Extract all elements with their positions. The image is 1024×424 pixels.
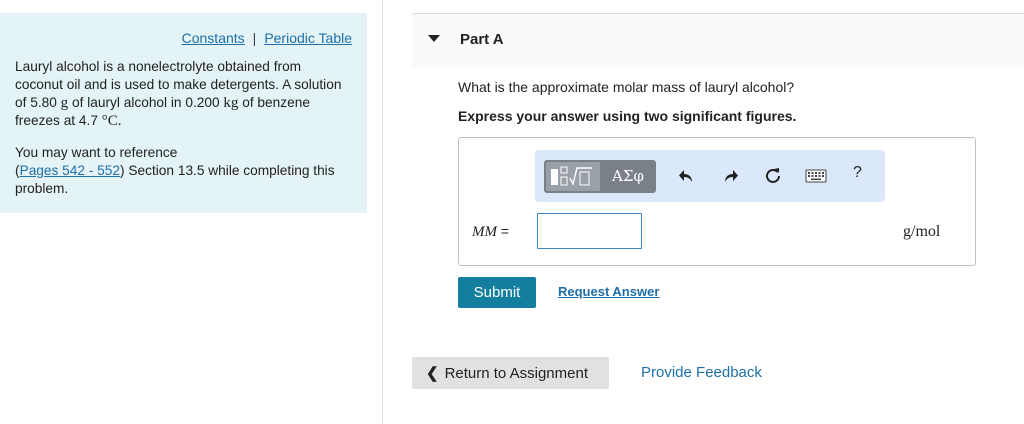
- greek-letters-icon[interactable]: ΑΣφ: [602, 162, 654, 191]
- equals-sign: =: [497, 223, 510, 239]
- info-panel: Constants | Periodic Table Lauryl alcohol …: [0, 13, 367, 213]
- resource-links: Constants | Periodic Table: [182, 30, 352, 46]
- help-icon[interactable]: ?: [853, 164, 862, 182]
- reset-icon[interactable]: [762, 165, 784, 187]
- unit-celsius: °C.: [101, 113, 122, 129]
- instruction-text: Express your answer using two significan…: [458, 108, 797, 124]
- return-label: Return to Assignment: [444, 365, 588, 382]
- pages-link[interactable]: Pages 542 - 552: [20, 163, 120, 178]
- constants-link[interactable]: Constants: [182, 30, 245, 46]
- reference-prefix: You may want to reference: [15, 145, 178, 160]
- reference-text: You may want to reference (Pages 542 - 55…: [15, 144, 345, 198]
- panel-divider: [382, 0, 383, 424]
- answer-box: ΑΣφ ? MM = g/mol: [458, 137, 976, 266]
- math-toolbar: ΑΣφ ?: [535, 150, 885, 202]
- templates-icon[interactable]: [546, 162, 600, 191]
- periodic-table-link[interactable]: Periodic Table: [264, 30, 352, 46]
- unit-label: g/mol: [903, 223, 941, 240]
- toolbar-button-group: ΑΣφ: [544, 160, 656, 193]
- problem-text: Lauryl alcohol is a nonelectrolyte obtai…: [15, 58, 345, 212]
- redo-icon[interactable]: [720, 165, 742, 187]
- keyboard-icon[interactable]: [805, 165, 827, 187]
- part-header[interactable]: Part A: [412, 13, 1024, 67]
- variable-label: MM =: [472, 223, 509, 241]
- provide-feedback-link[interactable]: Provide Feedback: [641, 364, 762, 381]
- variable-name: MM: [472, 224, 497, 240]
- answer-input[interactable]: [537, 213, 642, 249]
- chevron-left-icon: ❮: [426, 365, 439, 382]
- problem-part-2: of lauryl alcohol in 0.200: [68, 95, 224, 110]
- collapse-caret-icon[interactable]: [428, 35, 440, 42]
- link-separator: |: [252, 30, 257, 46]
- problem-statement: Lauryl alcohol is a nonelectrolyte obtai…: [15, 58, 345, 130]
- part-title: Part A: [460, 31, 504, 48]
- undo-icon[interactable]: [675, 165, 697, 187]
- submit-button[interactable]: Submit: [458, 277, 536, 308]
- unit-kg: kg: [223, 95, 239, 111]
- request-answer-link[interactable]: Request Answer: [558, 284, 659, 299]
- return-to-assignment-button[interactable]: ❮ Return to Assignment: [412, 357, 609, 389]
- question-text: What is the approximate molar mass of la…: [458, 79, 795, 95]
